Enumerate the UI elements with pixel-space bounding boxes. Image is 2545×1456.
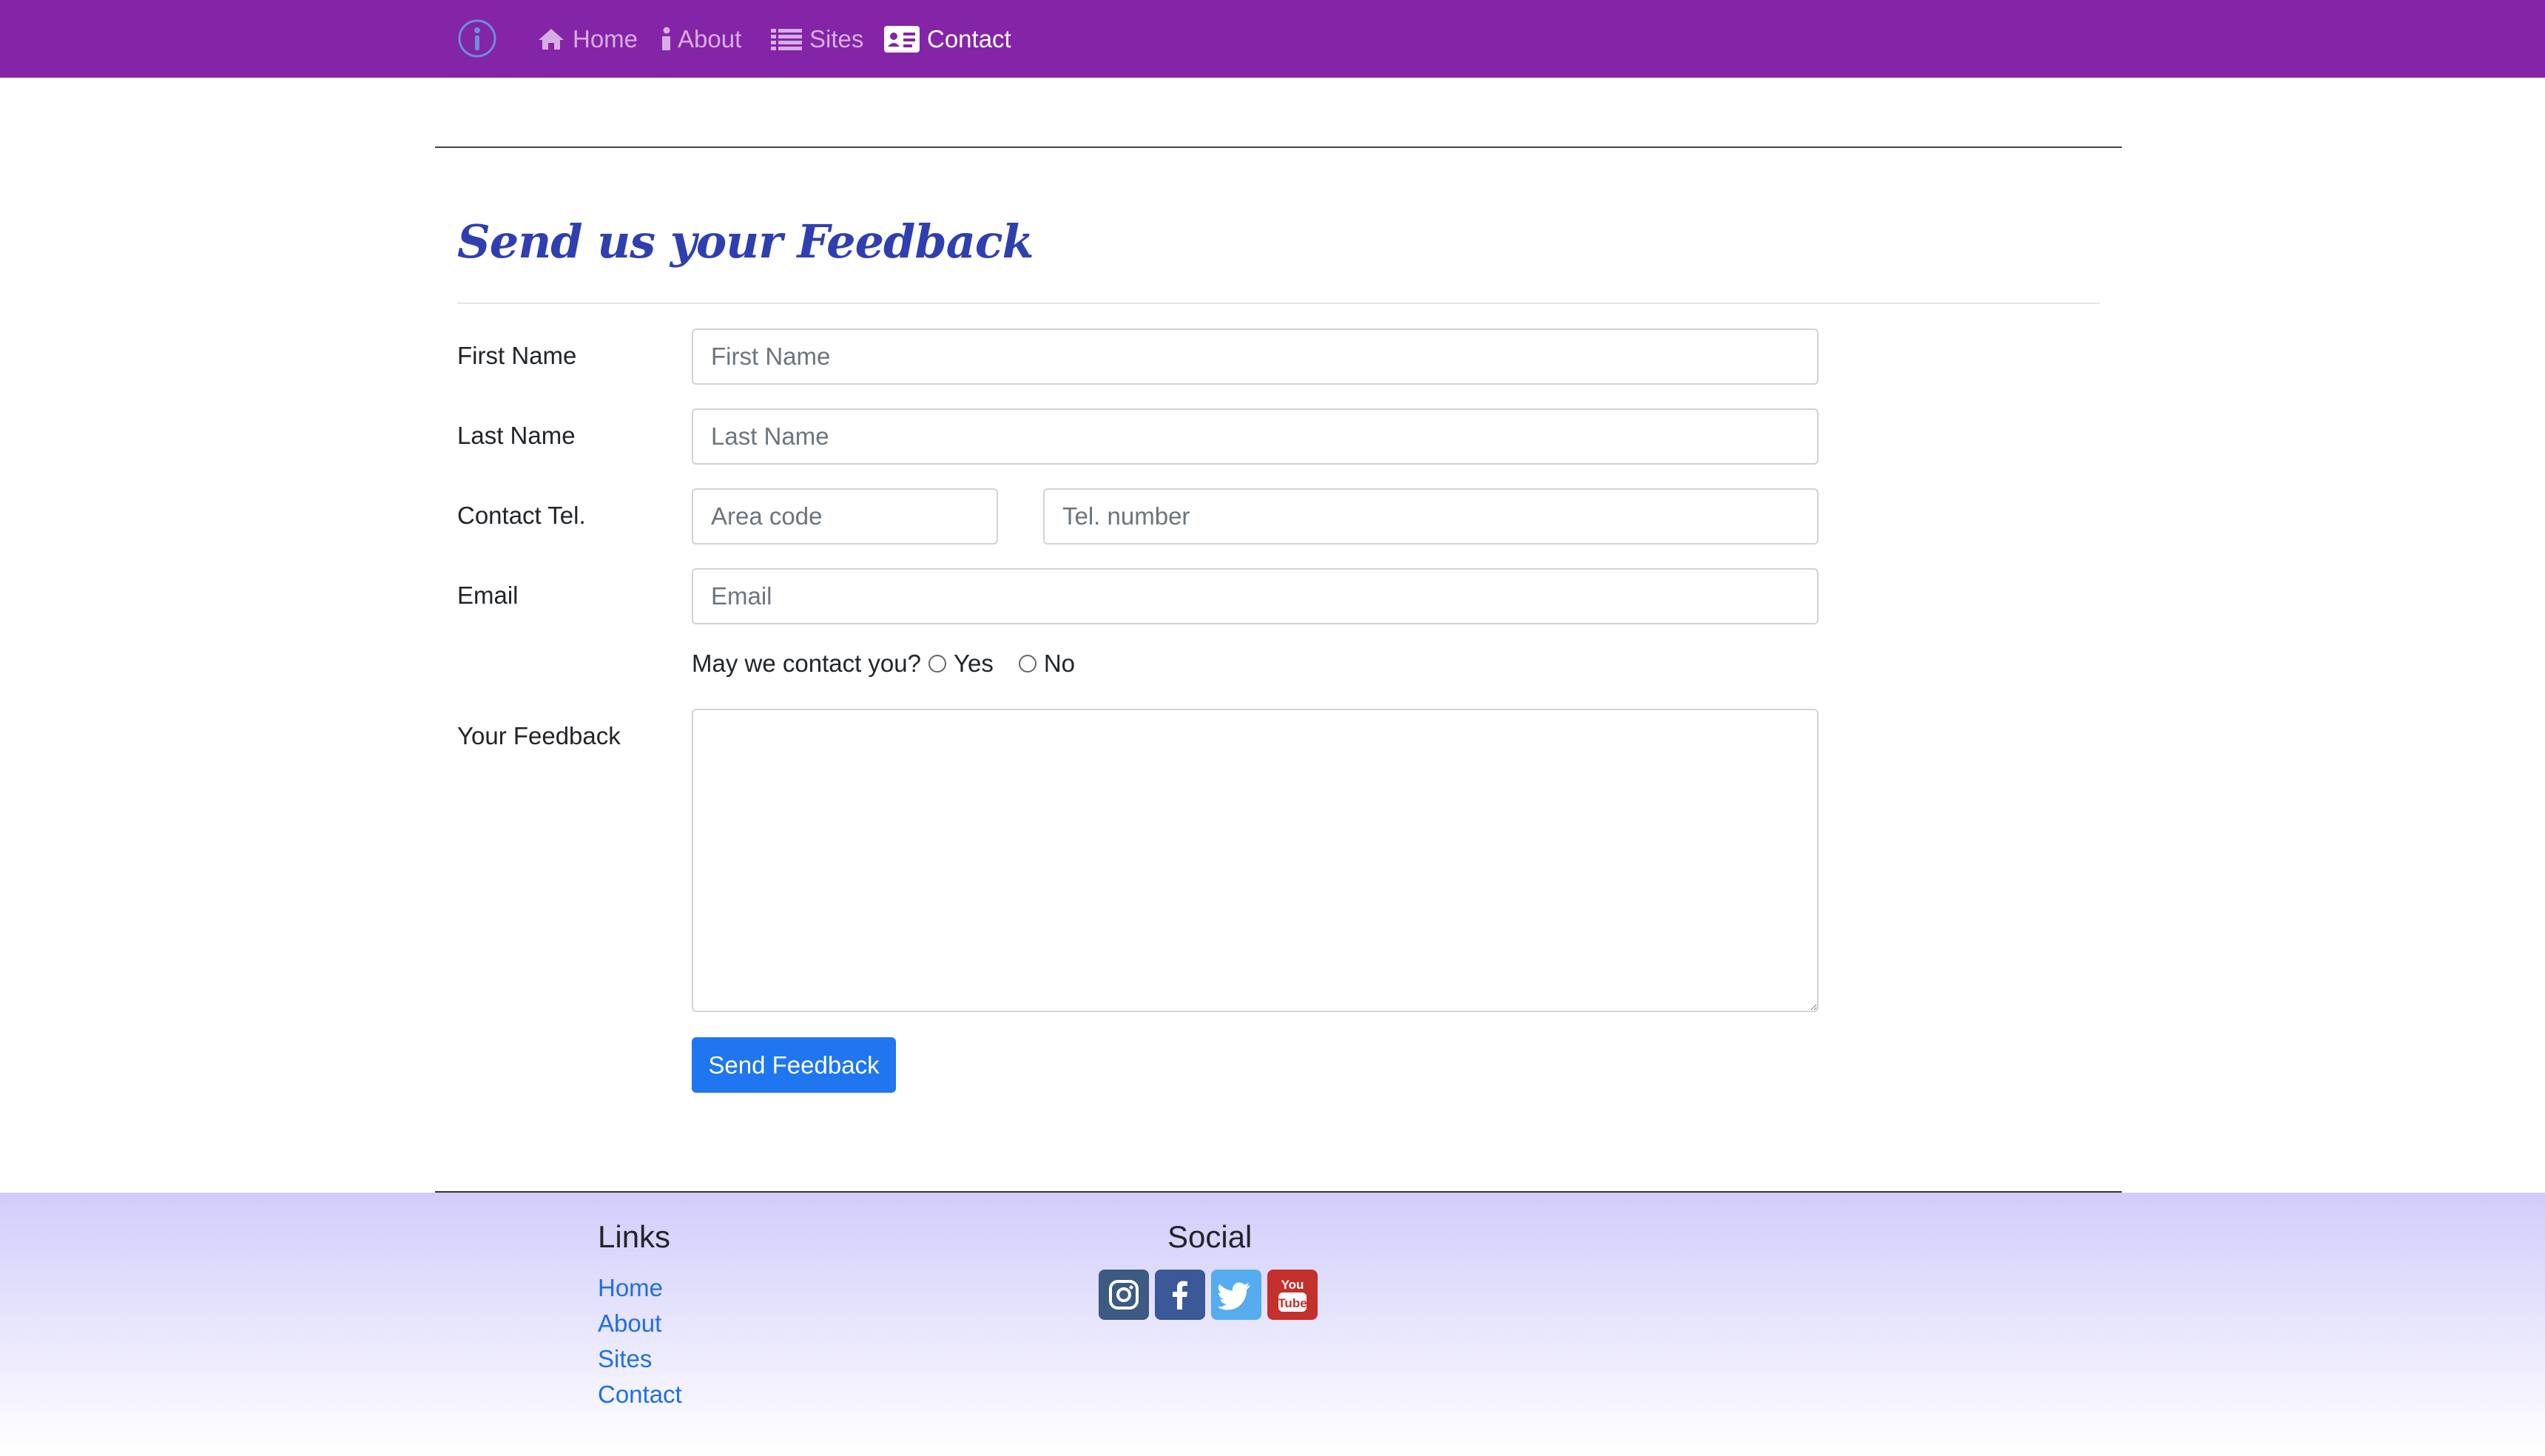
first-name-label: First Name — [457, 342, 577, 369]
footer-link-about[interactable]: About — [598, 1310, 661, 1338]
footer-link-sites[interactable]: Sites — [598, 1345, 652, 1373]
top-divider — [435, 146, 2122, 148]
home-icon — [539, 28, 564, 50]
send-feedback-button[interactable]: Send Feedback — [692, 1037, 896, 1093]
youtube-icon[interactable]: You Tube — [1267, 1270, 1318, 1320]
yes-radio[interactable] — [928, 655, 946, 673]
nav-sites[interactable]: Sites — [771, 0, 863, 78]
instagram-icon[interactable] — [1099, 1270, 1149, 1320]
nav-contact[interactable]: Contact — [884, 0, 1011, 78]
feedback-label: Your Feedback — [457, 722, 621, 749]
brand-logo-icon[interactable] — [456, 18, 498, 59]
feedback-textarea[interactable] — [692, 709, 1818, 1012]
footer-divider — [435, 1191, 2122, 1193]
contact-question: May we contact you? — [692, 650, 921, 677]
footer-social-heading: Social — [1167, 1219, 1253, 1254]
nav-home[interactable]: Home — [537, 0, 638, 78]
facebook-icon[interactable] — [1155, 1270, 1205, 1320]
nav-about[interactable]: About — [661, 0, 741, 78]
svg-text:Tube: Tube — [1278, 1296, 1307, 1310]
area-code-input[interactable] — [692, 488, 998, 545]
first-name-input[interactable] — [692, 328, 1818, 385]
page-title: Send us your Feedback — [457, 215, 1034, 269]
contact-card-icon — [884, 25, 920, 53]
nav-about-label: About — [678, 24, 742, 53]
last-name-input[interactable] — [692, 408, 1818, 465]
footer-links-heading: Links — [598, 1219, 671, 1254]
contact-tel-label: Contact Tel. — [457, 502, 586, 529]
navbar: Home About Sites Contact — [0, 0, 2545, 78]
email-input[interactable] — [692, 568, 1818, 624]
footer — [0, 1193, 2545, 1456]
nav-sites-label: Sites — [809, 24, 864, 53]
info-icon — [662, 27, 670, 50]
title-divider — [457, 303, 2100, 304]
yes-label: Yes — [954, 650, 994, 677]
footer-link-home[interactable]: Home — [598, 1274, 663, 1302]
tel-number-input[interactable] — [1043, 488, 1818, 545]
nav-contact-label: Contact — [927, 24, 1011, 53]
twitter-icon[interactable] — [1211, 1270, 1261, 1320]
contact-permission-group: May we contact you? Yes No — [692, 650, 1075, 678]
nav-home-label: Home — [573, 24, 638, 53]
footer-link-contact[interactable]: Contact — [598, 1381, 682, 1409]
last-name-label: Last Name — [457, 422, 576, 449]
svg-text:You: You — [1281, 1278, 1304, 1292]
no-label: No — [1043, 650, 1076, 677]
list-icon — [771, 28, 802, 50]
no-radio[interactable] — [1018, 655, 1036, 673]
email-label: Email — [457, 582, 519, 609]
